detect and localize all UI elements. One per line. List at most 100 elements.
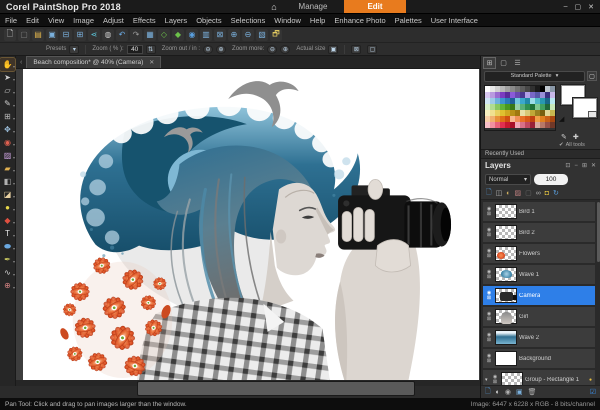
zoom-more-in-button[interactable]: ⊕ [280,45,290,54]
restore-icon[interactable]: ▢ [575,3,582,11]
undo-icon[interactable]: ↶ [116,29,128,41]
tab-manage[interactable]: Manage [282,0,344,13]
zoom-in-icon[interactable]: ⊕ [228,29,240,41]
new-file-icon[interactable]: 🗋 [4,29,16,41]
freehand-selection-tool[interactable]: ✎▾ [0,97,15,110]
actual-size-button[interactable]: ▣ [328,45,338,54]
menu-effects[interactable]: Effects [133,16,156,25]
swatches-tab[interactable]: ⊞ [484,58,495,68]
layer-link-icon[interactable]: ⊠ [485,254,493,259]
layer-link-icon[interactable]: ⊠ [485,212,493,217]
mesh-warp-tool[interactable]: ⊕▾ [0,279,15,292]
selection-tool[interactable]: ▱▾ [0,84,15,97]
menu-view[interactable]: View [48,16,64,25]
pick-tool[interactable]: ➤▾ [0,71,15,84]
palette-dropdown[interactable]: Standard Palette ▾ [484,71,585,82]
home-icon[interactable]: ⌂ [266,0,282,13]
flyout-arrow-icon[interactable]: ▾ [13,207,15,212]
new-vector-layer-button[interactable]: ◐ [496,389,500,396]
menu-window[interactable]: Window [274,16,301,25]
flyout-arrow-icon[interactable]: ▾ [13,64,15,69]
layer-row-flowers[interactable]: ◉⊠Flowers [483,244,595,263]
redo-icon[interactable]: ↷ [130,29,142,41]
eyedropper-icon[interactable]: ✎ [561,133,567,141]
flyout-arrow-icon[interactable]: ▾ [13,285,15,290]
menu-help[interactable]: Help [310,16,325,25]
close-icon[interactable]: ✕ [588,3,594,11]
delete-layer-button[interactable]: 🗑 [528,388,537,396]
opacity-slider[interactable]: 100 [534,174,568,185]
panel-pin-checkbox[interactable]: ☑ [590,388,596,396]
layer-row-wave-1[interactable]: ◉⊠Wave 1 [483,265,595,284]
layer-thumbnail[interactable] [495,225,517,240]
browse-icon[interactable]: ▢ [18,29,30,41]
layer-thumbnail[interactable] [501,372,523,385]
edit-selection-button[interactable]: ▨ [515,189,522,197]
layer-row-camera[interactable]: ◉⊠Camera [483,286,595,305]
frame-tab[interactable]: ▢ [498,58,509,68]
crop-frame-icon[interactable]: ▦ [144,29,156,41]
color-swatch[interactable] [550,122,555,128]
flyout-arrow-icon[interactable]: ▾ [13,142,15,147]
layer-name[interactable]: Flowers [519,251,540,257]
layer-thumbnail[interactable] [495,309,517,324]
color-changer-tool[interactable]: ◆▾ [0,214,15,227]
sliders-tab[interactable]: ☰ [512,58,523,68]
layer-row-bird-1[interactable]: ◉⊠Bird 1 [483,202,595,221]
load-image-button[interactable]: ▣ [516,388,523,396]
zoom-in-button[interactable]: ⊕ [216,45,226,54]
preset-shape-tool[interactable]: ⬬▾ [0,240,15,253]
layer-row-girl[interactable]: ◉⊠Girl [483,307,595,326]
scrollbar-thumb[interactable] [137,381,415,396]
rotate-right-icon[interactable]: ◆ [172,29,184,41]
flyout-arrow-icon[interactable]: ▾ [13,220,15,225]
menu-image[interactable]: Image [73,16,94,25]
layer-thumbnail[interactable] [495,267,517,282]
flyout-arrow-icon[interactable]: ▾ [13,259,15,264]
move-tool[interactable]: ✥▾ [0,123,15,136]
layer-row-wave-2[interactable]: ◉⊠Wave 2 [483,328,595,347]
layers-float-icon[interactable]: ⊞ [582,162,587,169]
layer-thumbnail[interactable] [495,204,517,219]
new-mask-layer-button[interactable]: ◫ [496,189,503,197]
layer-row-bird-2[interactable]: ◉⊠Bird 2 [483,223,595,242]
fit-window-icon[interactable]: ⊠ [214,29,226,41]
layer-thumbnail[interactable] [495,288,517,303]
blend-mode-dropdown[interactable]: Normal ▾ [485,174,531,185]
pan-tool[interactable]: ✋▾ [0,58,15,71]
lock-transparency-button[interactable]: ◘ [545,190,549,197]
fit-window-button[interactable]: ▢ [367,45,377,54]
open-icon[interactable]: ▤ [32,29,44,41]
all-tools-checkbox[interactable]: ✔ [559,142,564,148]
canvas-area[interactable] [16,69,480,386]
warp-brush-tool[interactable]: ∿▾ [0,266,15,279]
menu-enhance-photo[interactable]: Enhance Photo [334,16,385,25]
duplicate-icon[interactable]: 🗗 [270,29,282,41]
zoom-out-button[interactable]: ⊖ [203,45,213,54]
layer-link-icon[interactable]: ⊠ [485,275,493,280]
link-layers-button[interactable]: ∞ [536,190,541,197]
flyout-arrow-icon[interactable]: ▾ [13,181,15,186]
menu-file[interactable]: File [5,16,17,25]
layers-close-icon[interactable]: ✕ [591,162,596,169]
save-icon[interactable]: ▣ [46,29,58,41]
menu-user-interface[interactable]: User Interface [431,16,478,25]
document-tab[interactable]: Beach composition* @ 40% (Camera) ✕ [26,56,161,68]
layer-name[interactable]: Background [519,356,551,362]
layer-name[interactable]: Wave 1 [519,272,539,278]
flyout-arrow-icon[interactable]: ▾ [13,90,15,95]
highlight-edit-button[interactable]: ↻ [553,189,559,197]
layers-minimize-icon[interactable]: − [574,163,578,169]
flyout-arrow-icon[interactable]: ▾ [13,233,15,238]
layer-name[interactable]: Bird 1 [519,209,535,215]
layer-link-icon[interactable]: ⊠ [485,296,493,301]
flyout-arrow-icon[interactable]: ▾ [13,246,15,251]
visibility-toggle-button[interactable]: ◉ [505,388,511,396]
crop-tool[interactable]: ⊞▾ [0,110,15,123]
menu-adjust[interactable]: Adjust [103,16,124,25]
menu-objects[interactable]: Objects [196,16,221,25]
new-raster-layer-button[interactable]: 🗋 [485,387,491,398]
layer-name[interactable]: Camera [519,293,540,299]
capture-icon[interactable]: ◍ [102,29,114,41]
export-icon[interactable]: ⊞ [74,29,86,41]
